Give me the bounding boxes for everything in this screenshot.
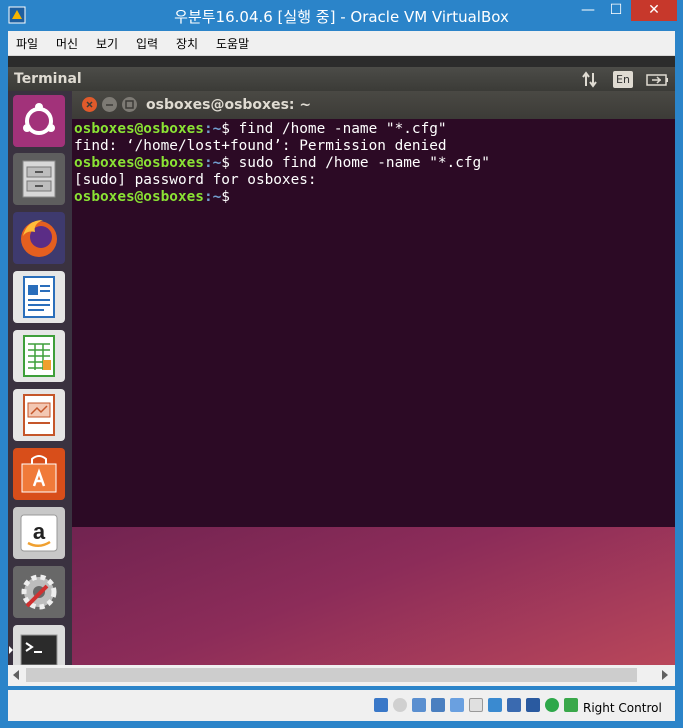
menu-view[interactable]: 보기 bbox=[96, 35, 118, 52]
terminal-title-bar[interactable]: osboxes@osboxes: ~ bbox=[72, 91, 675, 119]
prompt-user: osboxes@osboxes bbox=[74, 121, 204, 137]
terminal-icon bbox=[20, 634, 58, 665]
launcher-dash[interactable] bbox=[13, 95, 65, 147]
scroll-left-icon[interactable] bbox=[12, 670, 20, 680]
menu-file[interactable]: 파일 bbox=[16, 35, 38, 52]
panel-app-title: Terminal bbox=[14, 71, 82, 87]
minimize-button[interactable]: — bbox=[575, 0, 601, 21]
shared-folders-icon[interactable] bbox=[469, 698, 483, 712]
launcher-settings[interactable] bbox=[13, 566, 65, 618]
terminal-minimize-button[interactable] bbox=[102, 97, 117, 112]
host-horizontal-scrollbar[interactable] bbox=[8, 665, 675, 686]
menu-devices[interactable]: 장치 bbox=[176, 35, 198, 52]
audio-icon[interactable] bbox=[412, 698, 426, 712]
menu-input[interactable]: 입력 bbox=[136, 35, 158, 52]
file-cabinet-icon bbox=[22, 160, 56, 198]
display-icon[interactable] bbox=[488, 698, 502, 712]
battery-icon[interactable] bbox=[646, 71, 670, 88]
prompt-path: :~ bbox=[203, 155, 222, 171]
optical-drive-icon[interactable] bbox=[393, 698, 407, 712]
keyboard-layout-indicator[interactable]: En bbox=[613, 71, 633, 88]
close-button[interactable]: ✕ bbox=[631, 0, 677, 21]
maximize-button[interactable]: ☐ bbox=[603, 0, 629, 21]
terminal-line: find: ‘/home/lost+found’: Permission den… bbox=[74, 138, 447, 154]
svg-text:a: a bbox=[33, 519, 46, 544]
terminal-line: osboxes@osboxes:~$ find /home -name "*.c… bbox=[74, 121, 673, 138]
command-text: $ sudo find /home -name "*.cfg" bbox=[221, 155, 490, 171]
host-menu-bar: 파일 머신 보기 입력 장치 도움말 bbox=[8, 31, 675, 56]
launcher-impress[interactable] bbox=[13, 389, 65, 441]
terminal-line: osboxes@osboxes:~$ sudo find /home -name… bbox=[74, 155, 673, 172]
command-text: $ find /home -name "*.cfg" bbox=[221, 121, 447, 137]
network-updown-icon[interactable] bbox=[581, 71, 599, 88]
amazon-icon: a bbox=[20, 514, 58, 552]
maximize-icon bbox=[125, 100, 134, 109]
hard-disk-icon[interactable] bbox=[374, 698, 388, 712]
close-icon bbox=[86, 101, 93, 108]
launcher-writer[interactable] bbox=[13, 271, 65, 323]
scrollbar-thumb[interactable] bbox=[26, 668, 637, 682]
terminal-close-button[interactable] bbox=[82, 97, 97, 112]
libreoffice-impress-icon bbox=[23, 394, 55, 436]
prompt-user: osboxes@osboxes bbox=[74, 155, 204, 171]
launcher-software[interactable] bbox=[13, 448, 65, 500]
launcher-calc[interactable] bbox=[13, 330, 65, 382]
terminal-line: [sudo] password for osboxes: bbox=[74, 172, 317, 188]
firefox-icon bbox=[21, 220, 57, 257]
usb-icon[interactable] bbox=[450, 698, 464, 712]
menu-machine[interactable]: 머신 bbox=[56, 35, 78, 52]
libreoffice-writer-icon bbox=[23, 276, 55, 318]
video-capture-icon[interactable] bbox=[507, 698, 521, 712]
vm-display[interactable]: Terminal En a osboxes@osboxes: ~ osboxes… bbox=[8, 56, 675, 665]
launcher-terminal[interactable] bbox=[13, 625, 65, 665]
host-status-bar: Right Control bbox=[8, 690, 675, 721]
terminal-line: osboxes@osboxes:~$ bbox=[74, 189, 673, 206]
prompt-path: :~ bbox=[203, 189, 222, 205]
terminal-output[interactable]: osboxes@osboxes:~$ find /home -name "*.c… bbox=[72, 119, 675, 527]
command-text: $ bbox=[221, 189, 230, 205]
gear-wrench-icon bbox=[21, 574, 57, 610]
terminal-maximize-button[interactable] bbox=[122, 97, 137, 112]
prompt-path: :~ bbox=[203, 121, 222, 137]
ubuntu-logo-icon bbox=[23, 103, 55, 135]
launcher-amazon[interactable]: a bbox=[13, 507, 65, 559]
unity-launcher: a bbox=[8, 91, 72, 665]
host-title-bar: 우분투16.04.6 [실행 중] - Oracle VM VirtualBox… bbox=[0, 0, 683, 31]
scroll-right-icon[interactable] bbox=[661, 670, 669, 680]
cpu-icon[interactable] bbox=[526, 698, 540, 712]
shopping-bag-icon bbox=[21, 455, 57, 493]
host-key-label: Right Control bbox=[583, 701, 662, 715]
launcher-firefox[interactable] bbox=[13, 212, 65, 264]
network-icon[interactable] bbox=[431, 698, 445, 712]
terminal-title: osboxes@osboxes: ~ bbox=[146, 97, 312, 113]
launcher-files[interactable] bbox=[13, 153, 65, 205]
menu-help[interactable]: 도움말 bbox=[216, 35, 249, 52]
ubuntu-top-panel: Terminal En bbox=[8, 67, 675, 91]
mouse-integration-icon[interactable] bbox=[545, 698, 559, 712]
host-key-arrow-icon[interactable] bbox=[564, 698, 578, 712]
prompt-user: osboxes@osboxes bbox=[74, 189, 204, 205]
minimize-icon bbox=[106, 104, 113, 106]
libreoffice-calc-icon bbox=[23, 335, 55, 377]
